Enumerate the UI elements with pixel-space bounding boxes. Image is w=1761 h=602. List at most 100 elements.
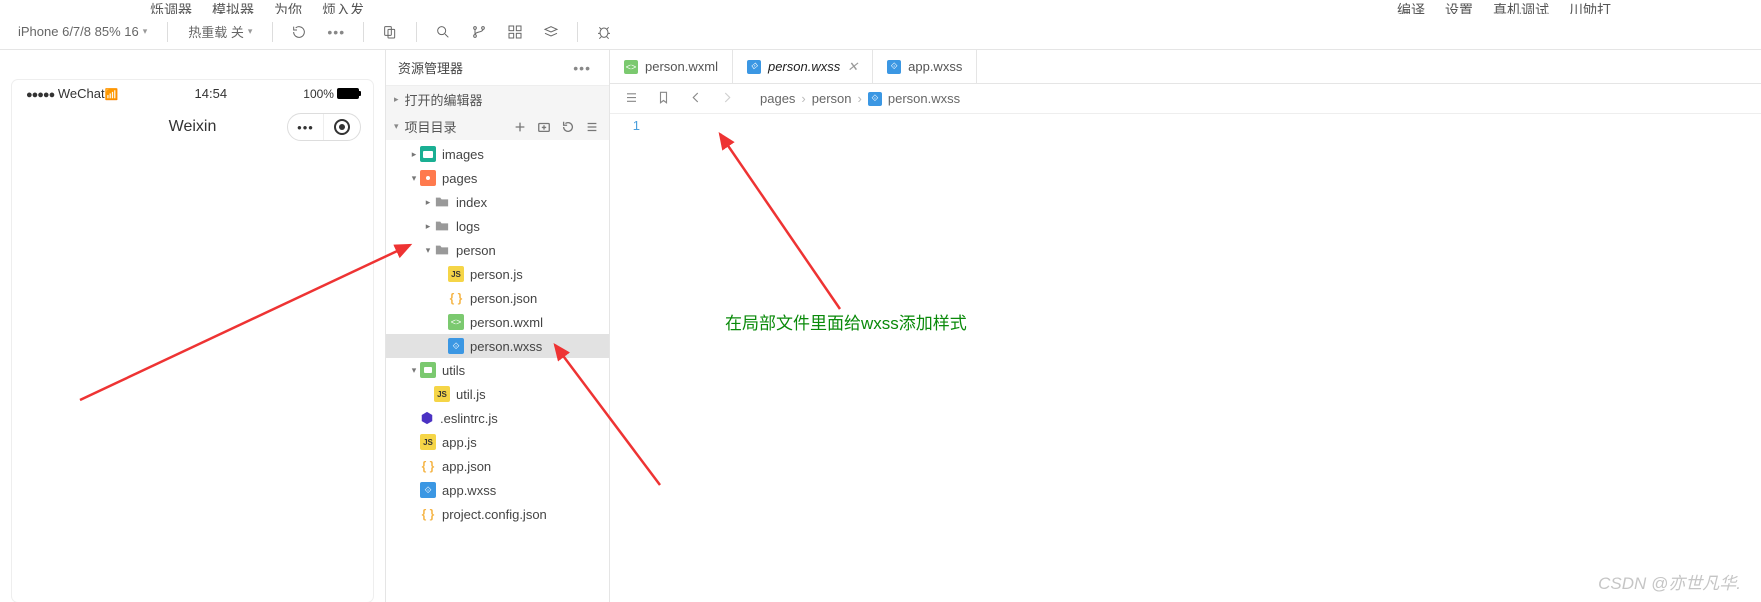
tree-item-label: images — [442, 147, 484, 162]
explorer-title: 资源管理器 — [398, 58, 463, 77]
tab-label: app.wxss — [908, 59, 962, 74]
open-editors-section[interactable]: ▸ 打开的编辑器 — [386, 86, 609, 113]
capsule-close-icon[interactable] — [324, 114, 360, 140]
folder-icon — [434, 242, 450, 258]
time-label: 14:54 — [195, 86, 228, 101]
tree-item[interactable]: { } app.json — [386, 454, 609, 478]
wxss-icon: ⟐ — [747, 60, 761, 74]
chevron-right-icon: ▸ — [394, 94, 399, 105]
device-selector[interactable]: iPhone 6/7/8 85% 16▾ — [10, 20, 155, 43]
more-button[interactable]: ••• — [321, 24, 351, 40]
app-title: Weixin — [169, 118, 217, 136]
tab-label: person.wxss — [768, 59, 840, 74]
js-icon: JS — [448, 266, 464, 282]
chevron-down-icon: ▾ — [248, 26, 253, 37]
hotreload-selector[interactable]: 热重载 关▾ — [180, 18, 260, 45]
folder-pages-icon — [420, 170, 436, 186]
tree-item-label: person.js — [470, 267, 523, 282]
tree-item[interactable]: JSutil.js — [386, 382, 609, 406]
explorer-more-button[interactable]: ••• — [567, 60, 597, 76]
bookmark-button[interactable] — [652, 90, 674, 108]
bug-button[interactable] — [590, 18, 618, 46]
editor-tab[interactable]: <>person.wxml — [610, 50, 733, 83]
tree-item[interactable]: { } person.json — [386, 286, 609, 310]
json-icon: { } — [420, 458, 436, 474]
forward-button[interactable] — [716, 90, 738, 108]
tree-item-label: pages — [442, 171, 477, 186]
tree-item[interactable]: ▸ images — [386, 142, 609, 166]
chevron-down-icon: ▾ — [143, 26, 148, 37]
new-folder-button[interactable] — [535, 118, 553, 136]
chevron-icon: ▸ — [422, 221, 434, 232]
capsule-more-icon[interactable]: ••• — [288, 114, 324, 140]
tree-item[interactable]: ▸ index — [386, 190, 609, 214]
tree-item-label: utils — [442, 363, 465, 378]
tree-item-label: person.wxss — [470, 339, 542, 354]
editor-tab[interactable]: ⟐ app.wxss — [873, 50, 977, 83]
wxss-icon: ⟐ — [868, 92, 882, 106]
explorer-panel: 资源管理器 ••• ▸ 打开的编辑器 ▾ 项目目录 ▸images▾pages▸… — [385, 50, 610, 602]
search-button[interactable] — [429, 18, 457, 46]
refresh-button[interactable] — [559, 118, 577, 136]
tree-item[interactable]: .eslintrc.js — [386, 406, 609, 430]
list-button[interactable] — [620, 90, 642, 108]
chevron-icon: ▾ — [408, 365, 420, 376]
editor-tab[interactable]: ⟐ person.wxss ✕ — [733, 50, 873, 83]
wxss-icon: ⟐ — [420, 482, 436, 498]
breadcrumb[interactable]: pages› person› ⟐ person.wxss — [760, 91, 960, 106]
layers-button[interactable] — [537, 18, 565, 46]
json-icon: { } — [448, 290, 464, 306]
tree-item-label: util.js — [456, 387, 486, 402]
folder-utils-icon — [420, 362, 436, 378]
watermark: CSDN @亦世凡华. — [1598, 569, 1741, 594]
chevron-icon: ▾ — [422, 245, 434, 256]
tree-item[interactable]: JS person.js — [386, 262, 609, 286]
back-button[interactable] — [684, 90, 706, 108]
capsule-button[interactable]: ••• — [287, 113, 361, 141]
tree-item[interactable]: <>person.wxml — [386, 310, 609, 334]
tree-item[interactable]: ▾pages — [386, 166, 609, 190]
tree-item-label: person.json — [470, 291, 537, 306]
editor-tabs: <>person.wxml ⟐ person.wxss ✕ ⟐ app.wxss — [610, 50, 1761, 84]
battery-icon — [337, 88, 359, 99]
code-editor[interactable]: 1 在局部文件里面给wxss添加样式 — [610, 114, 1761, 602]
tree-item-label: person — [456, 243, 496, 258]
wifi-icon: 📶 — [105, 89, 119, 101]
json-icon: { } — [420, 506, 436, 522]
tree-item-label: app.json — [442, 459, 491, 474]
phone-frame: ●●●●● WeChat📶 14:54 100% Weixin ••• — [12, 80, 373, 602]
tree-item-label: project.config.json — [442, 507, 547, 522]
tree-item[interactable]: ▾ person — [386, 238, 609, 262]
wxml-icon: <> — [448, 314, 464, 330]
close-icon[interactable]: ✕ — [847, 59, 858, 75]
folder-icon — [434, 194, 450, 210]
project-dir-section[interactable]: ▾ 项目目录 — [386, 113, 609, 140]
wxss-icon: ⟐ — [448, 338, 464, 354]
chevron-icon: ▸ — [408, 149, 420, 160]
wxss-icon: ⟐ — [887, 60, 901, 74]
tree-item[interactable]: ⟐ person.wxss — [386, 334, 609, 358]
js-icon: JS — [420, 434, 436, 450]
branch-button[interactable] — [465, 18, 493, 46]
copy-panels-button[interactable] — [376, 18, 404, 46]
tree-item[interactable]: ⟐ app.wxss — [386, 478, 609, 502]
tree-item[interactable]: { } project.config.json — [386, 502, 609, 526]
line-gutter: 1 — [610, 114, 650, 602]
simulator-panel: ●●●●● WeChat📶 14:54 100% Weixin ••• — [0, 50, 385, 602]
collapse-button[interactable] — [583, 118, 601, 136]
grid-button[interactable] — [501, 18, 529, 46]
tree-item-label: index — [456, 195, 487, 210]
tree-item[interactable]: JS app.js — [386, 430, 609, 454]
chevron-icon: ▸ — [422, 197, 434, 208]
rotate-button[interactable] — [285, 18, 313, 46]
tree-item-label: app.wxss — [442, 483, 496, 498]
top-menu-bar: 烁调器模拟器为你烦入发 编译设置真机调试川劬打 — [0, 0, 1761, 14]
eslint-icon — [420, 411, 434, 425]
tree-item[interactable]: ▾ utils — [386, 358, 609, 382]
tab-label: person.wxml — [645, 59, 718, 74]
tree-item-label: logs — [456, 219, 480, 234]
folder-images-icon — [420, 146, 436, 162]
new-file-button[interactable] — [511, 118, 529, 136]
tree-item-label: app.js — [442, 435, 477, 450]
tree-item[interactable]: ▸ logs — [386, 214, 609, 238]
